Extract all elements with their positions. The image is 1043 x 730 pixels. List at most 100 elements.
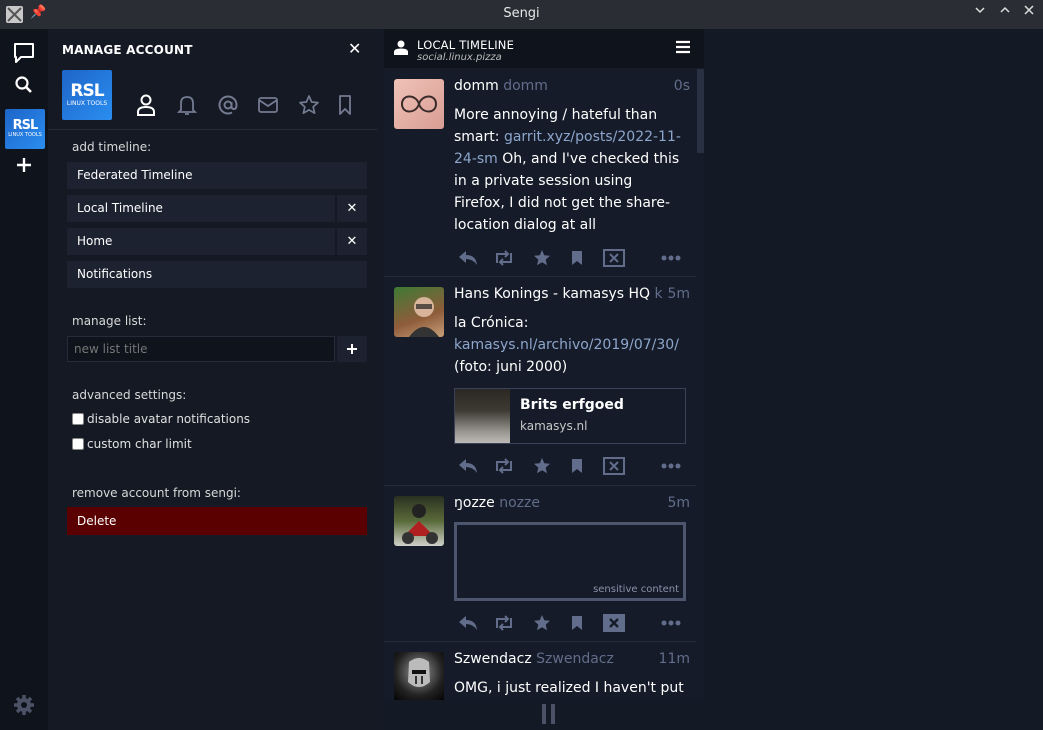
window-title: Sengi xyxy=(503,6,540,21)
checkbox-label: custom char limit xyxy=(87,437,192,451)
status-time[interactable]: 5m xyxy=(667,495,690,511)
account-avatar[interactable]: RSL LINUX TOOLS xyxy=(5,109,45,149)
status-display-name[interactable]: Hans Konings - kamasys HQ k xyxy=(454,286,663,302)
link-card[interactable]: Brits erfgoed kamasys.nl xyxy=(454,388,686,444)
hide-media-icon[interactable] xyxy=(602,612,626,634)
account-badge-subtext: LINUX TOOLS xyxy=(8,132,42,138)
avatar[interactable] xyxy=(394,287,444,337)
timeline-local-button[interactable]: Local Timeline xyxy=(67,195,335,222)
add-account-icon[interactable] xyxy=(12,153,36,177)
minimize-icon[interactable] xyxy=(971,4,989,20)
status-item: Szwendacz Szwendacz 11m OMG, i just real… xyxy=(384,642,696,700)
timeline-notifications-button[interactable]: Notifications xyxy=(67,261,367,288)
more-options-icon[interactable] xyxy=(659,612,683,634)
timeline-home-button[interactable]: Home xyxy=(67,228,335,255)
boost-icon[interactable] xyxy=(492,247,516,269)
maximize-icon[interactable] xyxy=(996,4,1014,20)
delete-status-icon[interactable] xyxy=(602,247,626,269)
local-timeline-column: LOCAL TIMELINE social.linux.pizza domm d… xyxy=(384,29,704,700)
status-time[interactable]: 5m xyxy=(667,286,690,302)
disable-avatar-notifications-checkbox[interactable]: disable avatar notifications xyxy=(72,412,250,426)
window-titlebar: 📌 Sengi xyxy=(0,0,1043,29)
new-list-title-input[interactable] xyxy=(67,336,335,362)
close-panel-icon[interactable]: ✕ xyxy=(348,39,361,58)
status-display-name[interactable]: domm domm xyxy=(454,78,548,94)
favorites-tab-icon[interactable] xyxy=(297,93,321,117)
card-title: Brits erfgoed xyxy=(520,397,624,413)
account-badge-text: RSL xyxy=(12,118,39,133)
column-header: LOCAL TIMELINE social.linux.pizza xyxy=(384,29,704,68)
delete-account-button[interactable]: Delete xyxy=(67,507,367,535)
delete-status-icon[interactable] xyxy=(602,455,626,477)
status-item: ŋozze nozze 5m sensitive content xyxy=(384,486,696,642)
reply-icon[interactable] xyxy=(456,455,480,477)
status-content: OMG, i just realized I haven't put a xyxy=(454,680,684,696)
compose-icon[interactable] xyxy=(12,41,36,65)
status-time[interactable]: 0s xyxy=(674,78,690,94)
pause-icon[interactable] xyxy=(541,704,557,724)
card-domain: kamasys.nl xyxy=(520,419,588,433)
custom-char-limit-checkbox[interactable]: custom char limit xyxy=(72,437,192,451)
status-display-name[interactable]: Szwendacz Szwendacz xyxy=(454,651,614,667)
remove-home-timeline-icon[interactable]: ✕ xyxy=(337,228,367,255)
user-icon xyxy=(394,40,408,55)
status-time[interactable]: 11m xyxy=(659,651,690,667)
account-image-text: RSL xyxy=(70,81,104,101)
sensitive-media[interactable]: sensitive content xyxy=(454,522,686,601)
reply-icon[interactable] xyxy=(456,247,480,269)
add-list-icon[interactable] xyxy=(337,336,367,362)
left-sidebar: RSL LINUX TOOLS xyxy=(0,29,48,730)
status-account: nozze xyxy=(499,495,540,511)
status-display-name[interactable]: ŋozze nozze xyxy=(454,495,540,511)
bookmarks-tab-icon[interactable] xyxy=(333,93,357,117)
more-options-icon[interactable] xyxy=(659,455,683,477)
avatar[interactable] xyxy=(394,79,444,129)
mentions-tab-icon[interactable] xyxy=(216,93,240,117)
manage-list-label: manage list: xyxy=(72,314,147,328)
status-actions xyxy=(454,247,686,269)
status-account: Szwendacz xyxy=(536,651,614,667)
status-actions xyxy=(454,612,686,634)
search-icon[interactable] xyxy=(12,73,36,97)
account-image-subtext: LINUX TOOLS xyxy=(66,100,108,107)
timeline-federated-button[interactable]: Federated Timeline xyxy=(67,162,367,189)
more-options-icon[interactable] xyxy=(659,247,683,269)
checkbox-box[interactable] xyxy=(72,413,84,425)
sensitive-content-label: sensitive content xyxy=(593,584,679,595)
status-account: k xyxy=(654,286,663,302)
status-item: Hans Konings - kamasys HQ k 5m la Crónic… xyxy=(384,277,696,486)
status-link[interactable]: kamasys.nl/archivo/2019/07/30/ xyxy=(454,334,686,356)
bookmark-icon[interactable] xyxy=(565,455,589,477)
avatar[interactable] xyxy=(394,652,444,700)
feed-scrollbar[interactable] xyxy=(697,69,704,153)
hamburger-menu-icon[interactable] xyxy=(675,40,691,54)
add-timeline-label: add timeline: xyxy=(72,140,152,154)
remove-local-timeline-icon[interactable]: ✕ xyxy=(337,195,367,222)
direct-messages-tab-icon[interactable] xyxy=(256,93,280,117)
checkbox-label: disable avatar notifications xyxy=(87,412,251,426)
remove-account-label: remove account from sengi: xyxy=(72,486,241,500)
bookmark-icon[interactable] xyxy=(565,247,589,269)
status-account: domm xyxy=(503,78,548,94)
status-content: la Crónica: kamasys.nl/archivo/2019/07/30… xyxy=(454,312,686,378)
reply-icon[interactable] xyxy=(456,612,480,634)
advanced-settings-label: advanced settings: xyxy=(72,388,187,402)
profile-tab-icon[interactable] xyxy=(134,93,158,117)
checkbox-box[interactable] xyxy=(72,438,84,450)
bookmark-icon[interactable] xyxy=(565,612,589,634)
manage-account-panel: MANAGE ACCOUNT ✕ RSL LINUX TOOLS add tim… xyxy=(48,29,377,730)
favorite-icon[interactable] xyxy=(530,612,554,634)
avatar[interactable] xyxy=(394,496,444,546)
settings-gear-icon[interactable] xyxy=(12,693,36,717)
panel-title: MANAGE ACCOUNT xyxy=(62,43,193,57)
status-item: domm domm 0s More annoying / hateful tha… xyxy=(384,69,696,277)
close-window-icon[interactable] xyxy=(1020,4,1038,20)
boost-icon[interactable] xyxy=(492,612,516,634)
boost-icon[interactable] xyxy=(492,455,516,477)
status-actions xyxy=(454,455,686,477)
card-thumbnail xyxy=(455,389,510,443)
favorite-icon[interactable] xyxy=(530,455,554,477)
column-title: LOCAL TIMELINE xyxy=(417,38,515,52)
notifications-tab-icon[interactable] xyxy=(175,93,199,117)
favorite-icon[interactable] xyxy=(530,247,554,269)
